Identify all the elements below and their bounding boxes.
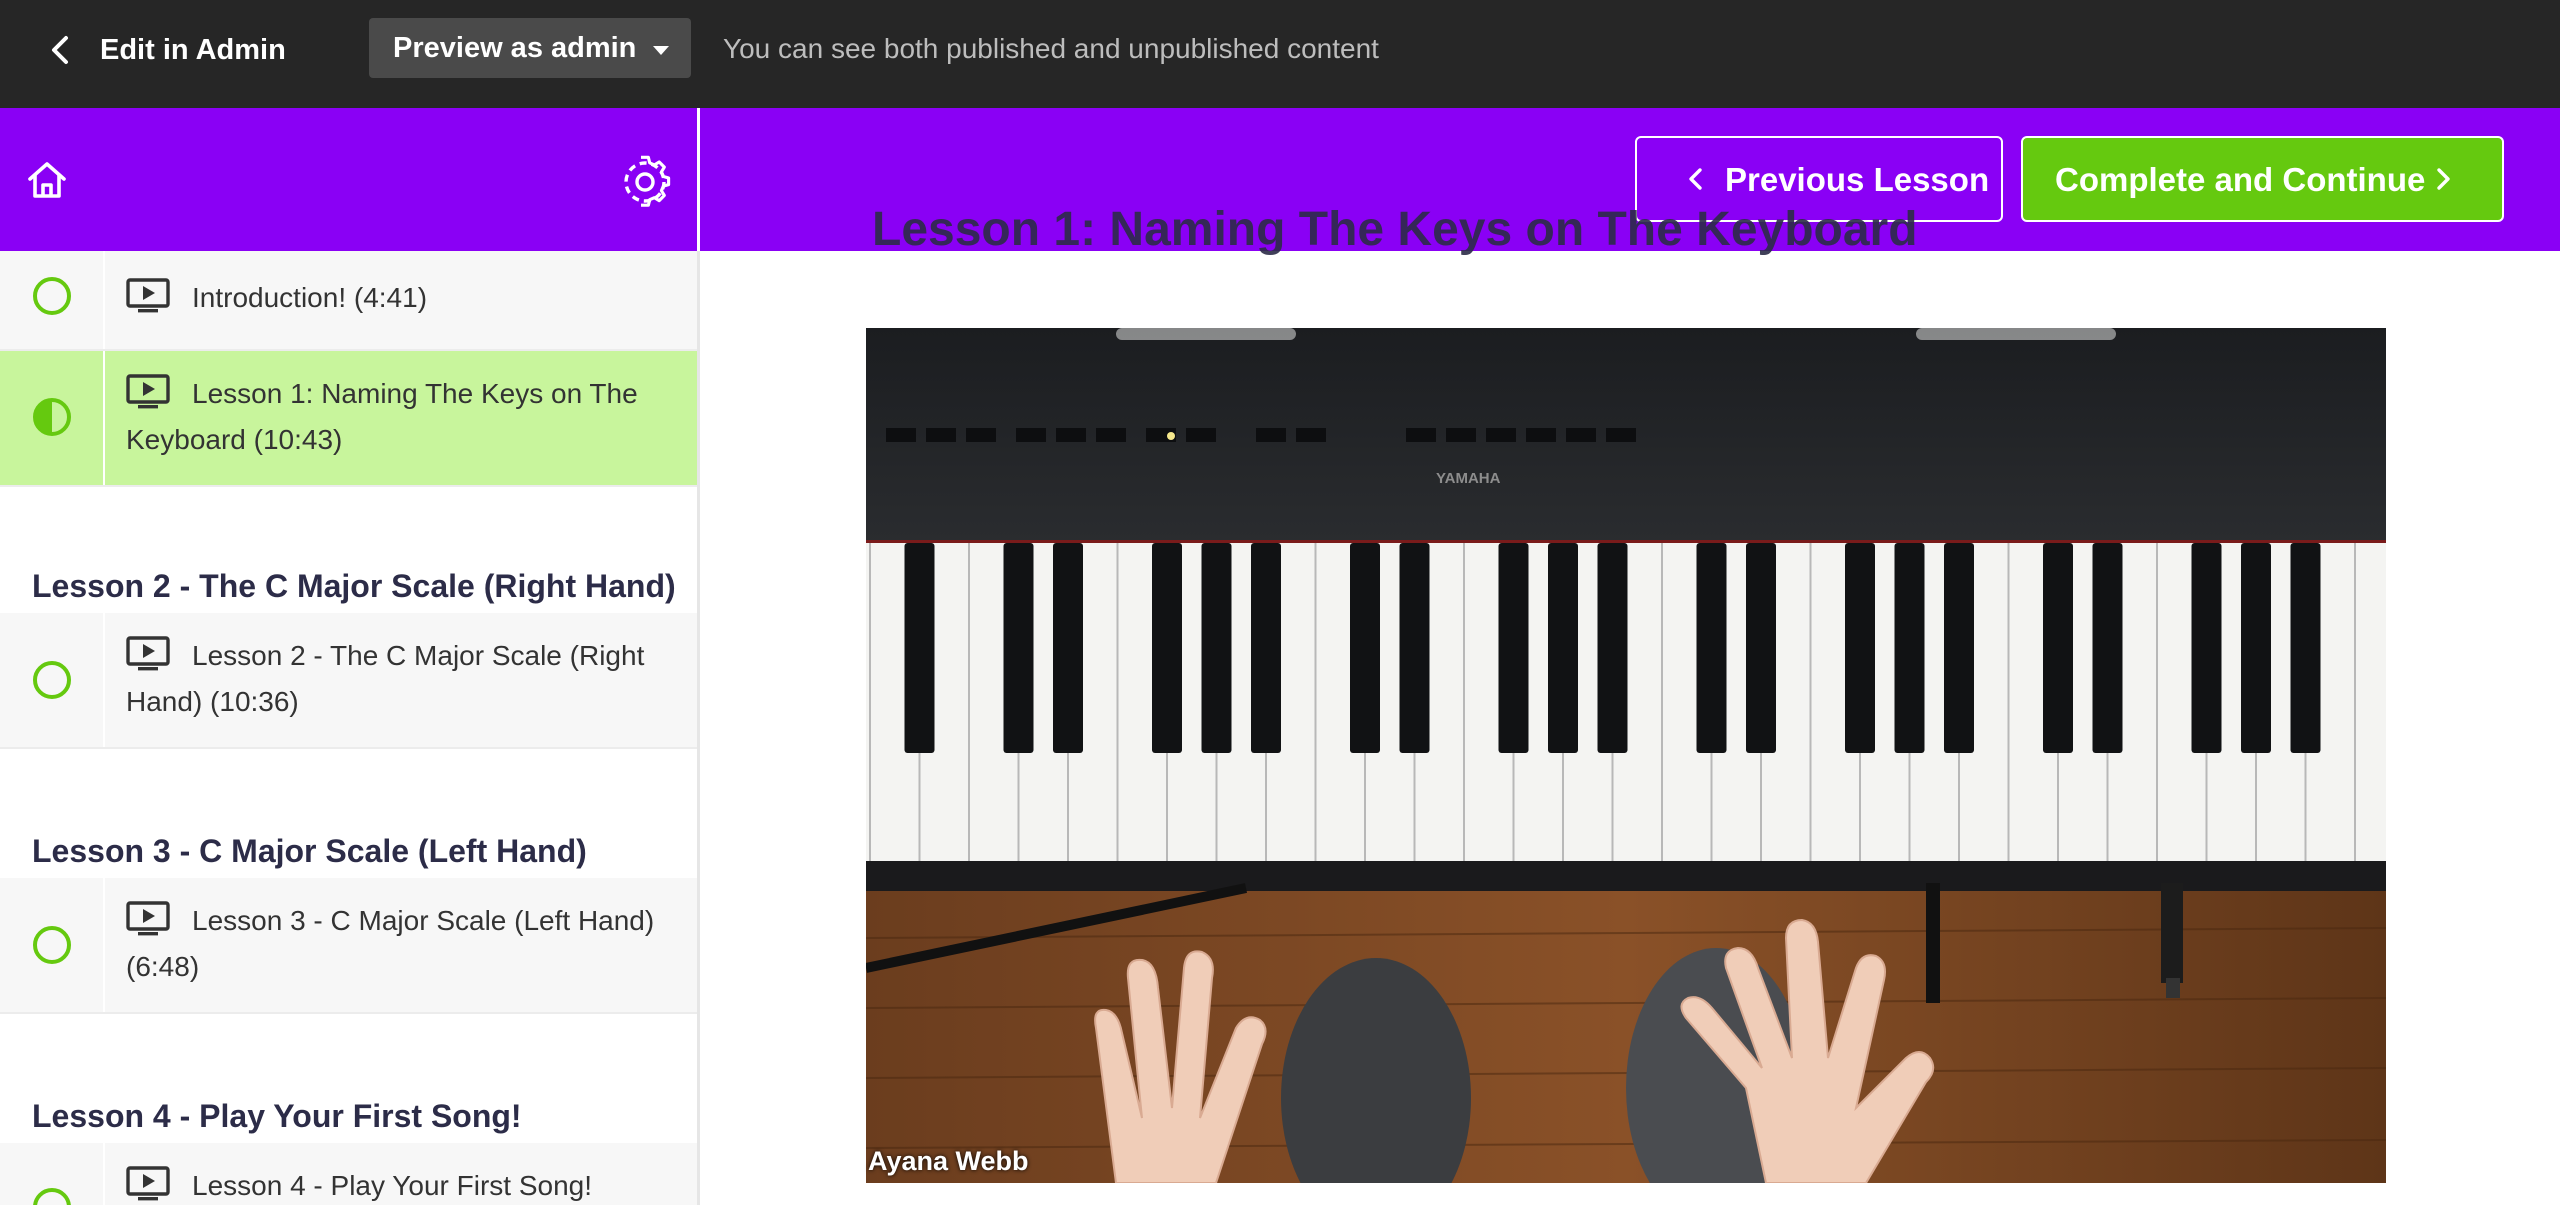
video-caption: Ayana Webb: [868, 1146, 1029, 1176]
status-circle-icon: [33, 277, 71, 315]
lesson-status-column: [0, 613, 105, 747]
edit-in-admin-link[interactable]: Edit in Admin: [100, 30, 286, 70]
black-key: [1498, 543, 1529, 753]
black-key: [2191, 543, 2222, 753]
complete-and-continue-label: Complete and Continue: [2055, 161, 2426, 198]
black-key: [1746, 543, 1776, 753]
black-key: [1696, 543, 1727, 753]
lesson-status-column: [0, 878, 105, 1012]
preview-as-label: Preview as admin: [393, 32, 637, 64]
black-key: [1350, 543, 1380, 753]
back-arrow-icon[interactable]: [38, 28, 82, 72]
black-key: [1894, 543, 1925, 753]
black-key: [2241, 543, 2271, 753]
lesson-item-label: Lesson 2 - The C Major Scale (Right Hand…: [126, 640, 645, 717]
sidebar-lesson-item[interactable]: Introduction! (4:41): [0, 251, 697, 351]
sidebar-lesson-item[interactable]: Lesson 2 - The C Major Scale (Right Hand…: [0, 613, 697, 749]
black-key: [1053, 543, 1083, 753]
chevron-right-icon: [2428, 164, 2458, 194]
black-key: [2092, 543, 2123, 753]
lesson-status-column: [0, 1143, 105, 1205]
lesson-item-label: Lesson 3 - C Major Scale (Left Hand) (6:…: [126, 905, 655, 982]
video-lesson-icon: [126, 636, 170, 671]
lesson-item-text: Lesson 4 - Play Your First Song!: [126, 1163, 677, 1205]
lesson-item-text: Lesson 3 - C Major Scale (Left Hand) (6:…: [126, 898, 677, 990]
black-key: [1152, 543, 1182, 753]
piano-brand-text: YAMAHA: [1436, 470, 1501, 487]
lesson-item-label: Lesson 1: Naming The Keys on The Keyboar…: [126, 378, 638, 455]
status-circle-icon: [33, 661, 71, 699]
video-lesson-icon: [126, 374, 170, 409]
video-lesson-icon: [126, 278, 170, 313]
status-half-circle-icon: [33, 398, 71, 436]
sidebar-lesson-item[interactable]: Lesson 4 - Play Your First Song!: [0, 1143, 697, 1205]
lesson-item-text: Lesson 1: Naming The Keys on The Keyboar…: [126, 371, 677, 463]
gear-icon[interactable]: [618, 155, 672, 209]
caret-down-icon: [653, 46, 669, 55]
piano-video-frame: YAMAHA: [866, 328, 2386, 1183]
preview-note: You can see both published and unpublish…: [723, 33, 1379, 64]
sidebar-lesson-item-active[interactable]: Lesson 1: Naming The Keys on The Keyboar…: [0, 351, 697, 487]
curriculum-sidebar: Introduction! (4:41) Lesson 1: Naming Th…: [0, 251, 700, 1205]
black-key: [904, 543, 935, 753]
black-key: [1003, 543, 1034, 753]
status-circle-icon: [33, 926, 71, 964]
video-lesson-icon: [126, 1166, 170, 1201]
previous-lesson-label: Previous Lesson: [1725, 161, 1990, 198]
lesson-item-text: Introduction! (4:41): [126, 275, 677, 321]
lesson-item-label: Lesson 4 - Play Your First Song!: [192, 1170, 592, 1201]
section-title: Lesson 2 - The C Major Scale (Right Hand…: [32, 568, 676, 604]
black-key: [1251, 543, 1281, 753]
lesson-status-column: [0, 351, 105, 485]
black-key: [1845, 543, 1875, 753]
header-divider: [697, 108, 700, 251]
black-key: [1597, 543, 1628, 753]
lesson-title: Lesson 1: Naming The Keys on The Keyboar…: [872, 203, 1918, 256]
sidebar-lesson-item[interactable]: Lesson 3 - C Major Scale (Left Hand) (6:…: [0, 878, 697, 1014]
lesson-item-label: Introduction! (4:41): [192, 282, 428, 313]
preview-as-dropdown[interactable]: Preview as admin: [369, 18, 691, 78]
admin-bar: Edit in Admin Preview as admin You can s…: [0, 0, 2560, 108]
chevron-left-icon: [1681, 164, 1711, 194]
black-key: [1399, 543, 1430, 753]
black-key: [2043, 543, 2073, 753]
section-title: Lesson 4 - Play Your First Song!: [32, 1098, 522, 1134]
section-title: Lesson 3 - C Major Scale (Left Hand): [32, 833, 587, 869]
lesson-item-text: Lesson 2 - The C Major Scale (Right Hand…: [126, 633, 677, 725]
black-key: [1548, 543, 1578, 753]
lesson-video-player[interactable]: YAMAHA: [866, 328, 2386, 1183]
status-circle-icon: [33, 1188, 71, 1205]
complete-and-continue-button[interactable]: Complete and Continue: [2021, 136, 2504, 222]
black-key: [1201, 543, 1232, 753]
black-key: [1944, 543, 1974, 753]
black-key: [2290, 543, 2321, 753]
home-icon[interactable]: [22, 156, 72, 206]
video-lesson-icon: [126, 901, 170, 936]
lesson-status-column: [0, 251, 105, 349]
